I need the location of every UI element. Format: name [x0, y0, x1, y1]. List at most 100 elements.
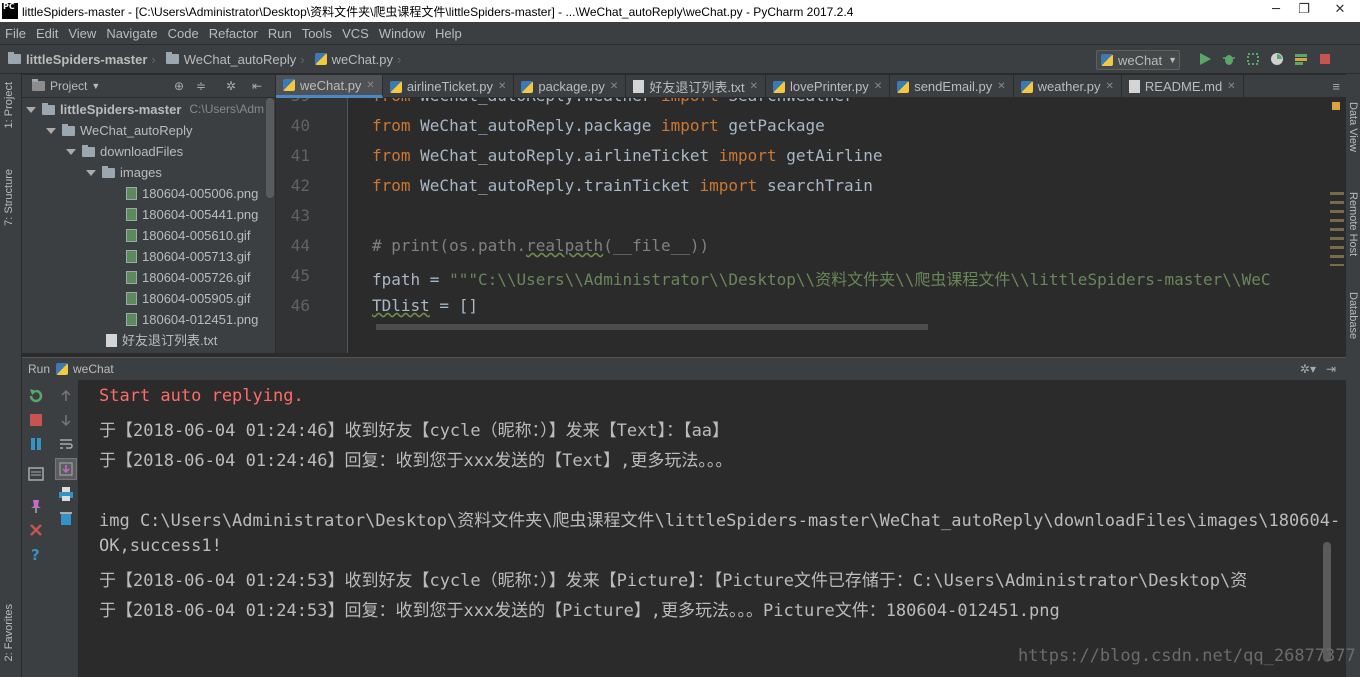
tree-item-downloadfiles[interactable]: downloadFiles [66, 141, 183, 162]
tree-scrollbar[interactable] [266, 98, 274, 198]
hide-panel-icon[interactable]: ⇤ [252, 79, 262, 93]
tool-tab-data-view[interactable]: Data View [1347, 102, 1359, 152]
expand-arrow-icon[interactable] [86, 169, 96, 176]
tree-item-file[interactable]: 180604-005610.gif [126, 225, 250, 246]
tab-loveprinter-py[interactable]: lovePrinter.py ✕ [766, 75, 891, 98]
print-icon[interactable] [58, 486, 74, 502]
menu-help[interactable]: Help [430, 26, 467, 41]
tree-item-file[interactable]: 180604-005726.gif [126, 267, 250, 288]
chevron-down-icon[interactable]: ▼ [91, 81, 100, 91]
run-icon[interactable] [1198, 52, 1212, 66]
close-tab-icon[interactable]: ✕ [366, 80, 374, 91]
tab-airlineticket-py[interactable]: airlineTicket.py ✕ [383, 75, 515, 98]
breadcrumb-project[interactable]: littleSpiders-master › [0, 52, 158, 67]
tree-item-root[interactable]: littleSpiders-master C:\Users\Adm [26, 99, 264, 120]
run-tab-label[interactable]: weChat [73, 362, 114, 376]
tab-weather-py[interactable]: weather.py ✕ [1014, 75, 1122, 98]
run-coverage-icon[interactable] [1246, 52, 1260, 66]
menu-view[interactable]: View [63, 26, 101, 41]
tab-label: 好友退订列表.txt [649, 80, 745, 95]
gear-icon[interactable]: ✲▾ [1300, 362, 1316, 376]
tree-item-label: 180604-012451.png [142, 312, 259, 327]
menu-vcs[interactable]: VCS [337, 26, 374, 41]
close-tab-icon[interactable]: ✕ [997, 81, 1005, 92]
gear-icon[interactable]: ✲ [226, 79, 236, 93]
scroll-up-icon[interactable] [58, 388, 74, 404]
trash-icon[interactable] [58, 510, 74, 526]
close-tab-icon[interactable]: ✕ [874, 81, 882, 92]
tool-tab-favorites[interactable]: 2: Favorites [3, 604, 15, 661]
tree-item-file[interactable]: 好友退订列表.txt [106, 330, 217, 351]
code-token: from [372, 116, 411, 135]
tab-unsubscribe-list-txt[interactable]: 好友退订列表.txt ✕ [626, 75, 767, 98]
expand-arrow-icon[interactable] [26, 106, 36, 113]
profile-icon[interactable] [1270, 52, 1284, 66]
tab-sendemail-py[interactable]: sendEmail.py ✕ [890, 75, 1014, 98]
tab-readme-md[interactable]: README.md ✕ [1122, 75, 1244, 98]
minimize-button[interactable]: ─ [1262, 0, 1290, 20]
tree-item-wechat-autoreply[interactable]: WeChat_autoReply [46, 120, 193, 141]
toolbar-actions [1198, 52, 1332, 66]
close-tab-icon[interactable]: ✕ [1227, 81, 1235, 92]
build-icon[interactable] [1294, 52, 1308, 66]
tree-item-file[interactable]: 180604-005905.gif [126, 288, 250, 309]
menu-tools[interactable]: Tools [297, 26, 337, 41]
soft-wrap-icon[interactable] [58, 436, 74, 452]
tree-item-images[interactable]: images [86, 162, 162, 183]
tab-list-icon[interactable]: ≡ [1332, 79, 1340, 94]
breadcrumb-file[interactable]: weChat.py › [307, 52, 404, 67]
stop-icon[interactable] [28, 412, 44, 428]
code-editor[interactable]: 39 40 41 42 43 44 45 46 from WeChat_autoReply.w… [276, 98, 1346, 353]
tab-package-py[interactable]: package.py ✕ [514, 75, 627, 98]
expand-arrow-icon[interactable] [46, 127, 56, 134]
breadcrumb-separator-icon: › [151, 51, 156, 67]
sync-icon[interactable]: ⊕ [174, 79, 184, 93]
line-gutter: 39 40 41 42 43 44 45 46 [276, 98, 348, 353]
pause-icon[interactable] [28, 436, 44, 452]
menu-code[interactable]: Code [163, 26, 204, 41]
close-tab-icon[interactable]: ✕ [750, 81, 758, 92]
error-stripe[interactable] [1330, 186, 1344, 266]
tree-item-file[interactable]: 180604-005441.png [126, 204, 258, 225]
help-icon[interactable]: ? [28, 546, 44, 562]
close-icon[interactable] [28, 522, 44, 538]
tree-item-file[interactable]: 180604-005713.gif [126, 246, 250, 267]
tool-tab-database[interactable]: Database [1347, 292, 1359, 339]
tool-tab-project[interactable]: 1: Project [3, 82, 15, 128]
expand-arrow-icon[interactable] [66, 148, 76, 155]
dump-threads-icon[interactable] [28, 466, 44, 482]
run-config-dropdown[interactable]: weChat ▼ [1096, 50, 1180, 70]
hide-panel-icon[interactable]: ⇥ [1326, 362, 1336, 376]
tool-tab-structure[interactable]: 7: Structure [3, 169, 15, 226]
stop-icon[interactable] [1318, 52, 1332, 66]
console-scrollbar[interactable] [1323, 542, 1331, 662]
python-file-icon [314, 53, 327, 65]
tool-tab-remote-host[interactable]: Remote Host [1347, 192, 1359, 256]
breadcrumb-folder[interactable]: WeChat_autoReply › [158, 52, 307, 67]
menu-file[interactable]: File [0, 26, 31, 41]
scroll-to-end-toggle[interactable] [55, 458, 77, 480]
project-panel-title[interactable]: Project [50, 79, 87, 93]
close-tab-icon[interactable]: ✕ [610, 81, 618, 92]
menu-edit[interactable]: Edit [31, 26, 63, 41]
maximize-button[interactable]: ❐ [1290, 0, 1318, 20]
close-tab-icon[interactable]: ✕ [1106, 81, 1114, 92]
scroll-down-icon[interactable] [58, 412, 74, 428]
pin-icon[interactable] [28, 498, 44, 514]
menu-run[interactable]: Run [263, 26, 297, 41]
menu-navigate[interactable]: Navigate [101, 26, 162, 41]
tab-wechat-py[interactable]: weChat.py ✕ [276, 75, 383, 98]
rerun-icon[interactable] [28, 388, 44, 404]
debug-icon[interactable] [1222, 52, 1236, 66]
close-button[interactable]: ✕ [1322, 0, 1358, 20]
code-line: fpath = """C:\\Users\\Administrator\\Des… [372, 266, 1270, 290]
menu-refactor[interactable]: Refactor [204, 26, 263, 41]
close-tab-icon[interactable]: ✕ [498, 81, 506, 92]
code-token: getAirline [776, 146, 883, 165]
menu-window[interactable]: Window [374, 26, 430, 41]
collapse-all-icon[interactable]: ≑ [196, 79, 206, 93]
tree-item-file[interactable]: 180604-012451.png [126, 309, 258, 330]
horizontal-scrollbar[interactable] [376, 324, 928, 330]
tree-item-file[interactable]: 180604-005006.png [126, 183, 258, 204]
run-console-output[interactable]: Start auto replying. 于【2018-06-04 01:24:4… [78, 380, 1346, 677]
